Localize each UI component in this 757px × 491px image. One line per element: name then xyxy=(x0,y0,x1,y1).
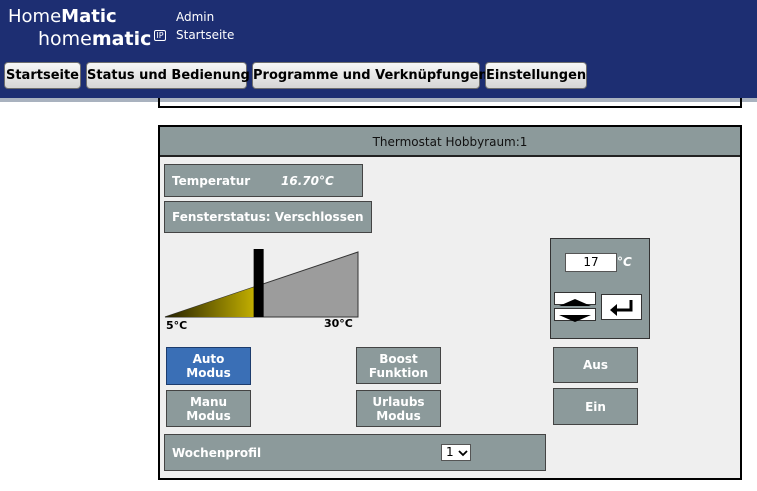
increase-button[interactable] xyxy=(554,292,596,306)
on-button[interactable]: Ein xyxy=(553,388,638,425)
off-button[interactable]: Aus xyxy=(553,347,638,383)
enter-icon xyxy=(610,300,633,316)
boost-button[interactable]: Boost Funktion xyxy=(356,347,441,384)
week-profile-label: Wochenprofil xyxy=(172,446,262,460)
setpoint-input[interactable]: 17 xyxy=(565,253,617,272)
arrow-up-icon xyxy=(559,299,591,306)
previous-panel-frame xyxy=(158,98,742,108)
nav-einstellungen-button[interactable]: Einstellungen xyxy=(485,62,587,89)
week-profile-select[interactable]: 1 xyxy=(441,444,471,461)
chevron-down-icon xyxy=(458,450,468,457)
nav-startseite-button[interactable]: Startseite xyxy=(4,62,81,89)
manual-mode-button[interactable]: Manu Modus xyxy=(166,390,251,427)
window-status-box: Fensterstatus: Verschlossen xyxy=(164,201,372,233)
scale-max-label: 30°C xyxy=(324,317,353,330)
temperature-label: Temperatur xyxy=(172,174,251,188)
homematic-logo: HomeMatic xyxy=(8,6,117,27)
setpoint-unit: °C xyxy=(617,255,632,269)
holiday-mode-button[interactable]: Urlaubs Modus xyxy=(356,390,441,427)
apply-button[interactable] xyxy=(601,294,642,320)
decrease-button[interactable] xyxy=(554,308,596,322)
ip-badge: IP xyxy=(154,30,166,41)
current-page: Startseite xyxy=(176,28,235,42)
nav-programme-button[interactable]: Programme und Verknüpfungen xyxy=(252,62,488,89)
panel-title: Thermostat Hobbyraum:1 xyxy=(160,127,740,157)
logo-text-bold: Matic xyxy=(61,6,117,27)
temperature-slider[interactable] xyxy=(160,244,370,324)
homematic-ip-logo: homematic IP xyxy=(38,28,166,50)
nav-status-button[interactable]: Status und Bedienung xyxy=(86,62,250,89)
temperature-box: Temperatur 16.70°C xyxy=(164,164,363,197)
arrow-down-icon xyxy=(559,315,591,322)
auto-mode-button[interactable]: Auto Modus xyxy=(166,347,251,385)
logo-ip-text-bold: matic xyxy=(91,28,152,50)
temperature-value: 16.70°C xyxy=(281,174,334,188)
logo-ip-text-light: home xyxy=(38,28,92,50)
logo-text-light: Home xyxy=(8,6,62,27)
week-profile-box: Wochenprofil xyxy=(164,434,546,471)
week-profile-value: 1 xyxy=(446,445,454,459)
scale-min-label: 5°C xyxy=(166,319,188,332)
slider-handle[interactable] xyxy=(253,249,264,317)
current-user: Admin xyxy=(176,10,215,24)
